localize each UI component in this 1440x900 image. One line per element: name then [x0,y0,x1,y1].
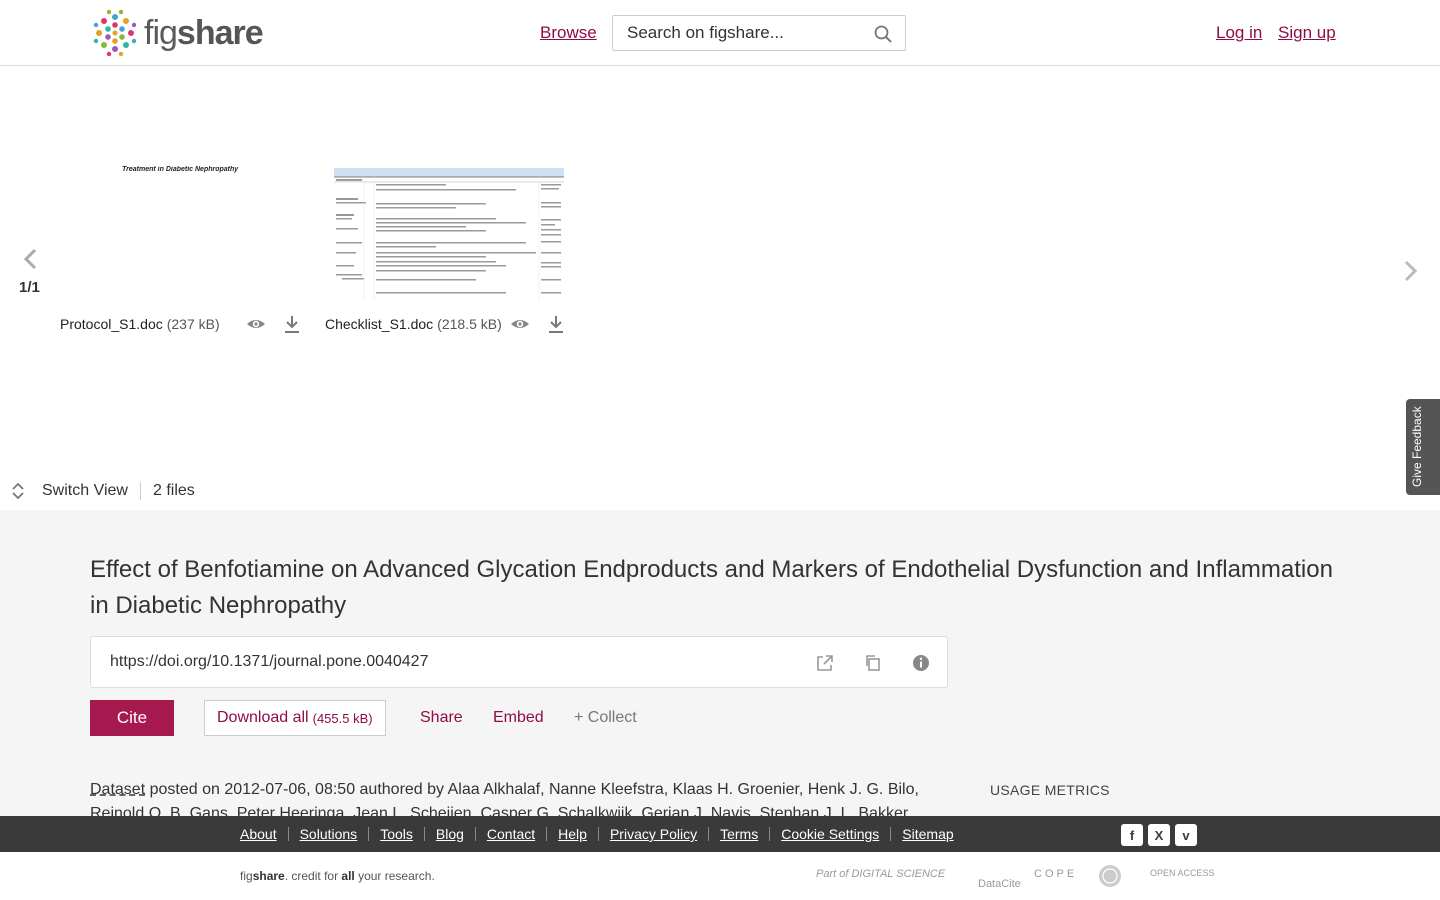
chevron-right-icon[interactable] [1400,258,1422,284]
switch-view-bar: Switch View 2 files [10,482,195,500]
copy-icon[interactable] [863,653,883,673]
embed-button[interactable]: Embed [493,709,544,727]
footer-bottom: figshare. credit for all your research. … [0,852,1440,900]
download-all-label: Download all [217,709,309,726]
footer-links: About Solutions Tools Blog Contact Help … [240,826,954,842]
divider [708,827,710,841]
search-icon[interactable] [873,24,893,44]
doi-link[interactable]: https://doi.org/10.1371/journal.pone.004… [110,653,428,671]
thumbnail-title: Treatment in Diabetic Nephropathy [122,166,239,173]
doi-box: https://doi.org/10.1371/journal.pone.004… [90,636,948,688]
seal-icon[interactable] [1098,864,1122,888]
page-title: Effect of Benfotiamine on Advanced Glyca… [90,556,1333,619]
footer-link-privacy-policy[interactable]: Privacy Policy [610,826,697,842]
give-feedback-tab[interactable]: Give Feedback [1406,399,1440,495]
divider [368,827,370,841]
footer-link-cookie-settings[interactable]: Cookie Settings [781,826,879,842]
browse-link[interactable]: Browse [540,23,597,43]
eye-icon[interactable] [510,314,530,334]
divider [423,827,425,841]
file-item-checklist: Checklist_S1.doc (218.5 kB) [325,314,566,334]
divider [546,827,548,841]
footer-link-terms[interactable]: Terms [720,826,758,842]
open-access-logo[interactable]: OPEN ACCESS [1150,868,1215,878]
footer-bar: About Solutions Tools Blog Contact Help … [0,816,1440,852]
footer-link-contact[interactable]: Contact [487,826,535,842]
tagline-end: your research. [354,869,435,883]
logo-fig: fig [144,13,178,52]
signup-link[interactable]: Sign up [1278,23,1336,43]
tagline-share: share [252,869,285,883]
x-twitter-icon[interactable]: X [1148,824,1170,846]
file-size: (218.5 kB) [437,316,502,332]
footer-link-sitemap[interactable]: Sitemap [902,826,953,842]
footer-link-about[interactable]: About [240,826,277,842]
download-icon[interactable] [282,314,302,334]
divider [287,827,289,841]
file-name[interactable]: Protocol_S1.doc [60,316,163,332]
tagline-mid: . credit for [284,869,342,883]
footer-link-tools[interactable]: Tools [380,826,413,842]
divider [769,827,771,841]
logo-wordmark: figshare [144,13,264,53]
footer-tagline: figshare. credit for all your research. [240,869,435,883]
login-link[interactable]: Log in [1216,23,1262,43]
facebook-icon[interactable]: f [1121,824,1143,846]
collect-button[interactable]: + Collect [574,709,637,727]
usage-metrics-heading: USAGE METRICS [990,782,1110,798]
footer-link-solutions[interactable]: Solutions [300,826,358,842]
article-meta: Dataset posted on 2012-07-06, 08:50 auth… [90,778,930,816]
page-count: 1/1 [19,279,40,296]
file-thumbnail-checklist[interactable] [334,168,564,300]
figshare-logo-icon [93,9,137,57]
share-button[interactable]: Share [420,709,463,727]
file-item-protocol: Protocol_S1.doc (237 kB) [60,314,302,334]
digital-science-logo[interactable]: Part of DIGITAL SCIENCE [816,868,945,880]
tagline-all: all [341,869,355,883]
search-box [612,15,906,51]
article-details: Effect of Benfotiamine on Advanced Glyca… [0,510,1440,816]
divider [474,827,476,841]
file-viewer: 1/1 Treatment in Diabetic Nephropathy Pr… [0,66,1440,510]
checklist-preview-image [334,168,564,300]
item-type-link[interactable]: Dataset [90,781,145,798]
cite-button[interactable]: Cite [90,700,174,736]
footer-link-blog[interactable]: Blog [436,826,464,842]
file-thumbnail-protocol[interactable]: Treatment in Diabetic Nephropathy [70,166,300,298]
divider [890,827,892,841]
download-icon[interactable] [546,314,566,334]
switch-view-button[interactable]: Switch View [42,482,128,500]
download-all-size: (455.5 kB) [312,710,373,726]
logo-share: share [176,13,264,52]
file-count: 2 files [152,482,195,499]
give-feedback-label: Give Feedback [1410,406,1424,487]
divider [139,482,141,500]
datacite-logo[interactable]: DataCite [978,878,1021,890]
tagline-fig: fig [240,869,253,883]
site-header: figshare Browse Log in Sign up [0,0,1440,66]
search-input[interactable] [627,23,867,43]
info-icon[interactable] [911,653,931,673]
download-all-button[interactable]: Download all (455.5 kB) [204,700,386,736]
cope-logo[interactable]: COPE [1034,868,1077,880]
chevron-left-icon[interactable] [20,246,42,272]
figshare-logo[interactable]: figshare [90,8,264,58]
divider [597,827,599,841]
footer-link-help[interactable]: Help [558,826,587,842]
switch-view-icon[interactable] [10,482,26,500]
file-size: (237 kB) [166,316,220,332]
file-name[interactable]: Checklist_S1.doc [325,316,433,332]
posted-authors: posted on 2012-07-06, 08:50 authored by … [90,781,919,816]
vimeo-icon[interactable]: v [1175,824,1197,846]
eye-icon[interactable] [246,314,266,334]
external-link-icon[interactable] [815,653,835,673]
